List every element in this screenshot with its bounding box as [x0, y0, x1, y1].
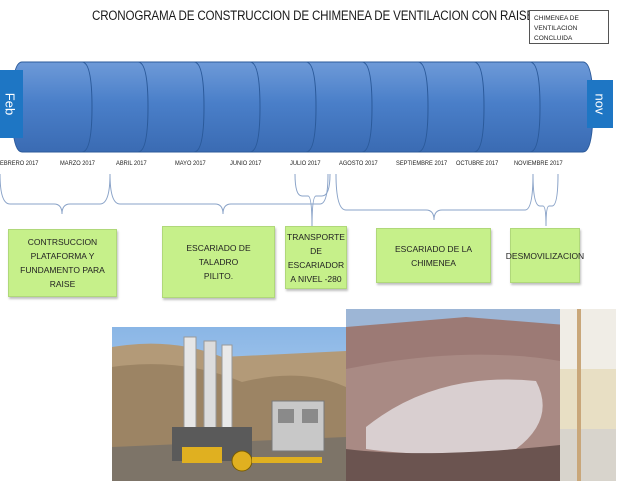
- timeline-start-cap: Feb: [0, 70, 23, 138]
- month-label: MARZO 2017: [60, 160, 95, 167]
- timeline-cylinder: [11, 61, 594, 153]
- ventilation-shaft-site-photo: [346, 309, 616, 481]
- month-label: SEPTIEMBRE 2017: [396, 160, 448, 167]
- month-label: JULIO 2017: [290, 160, 321, 167]
- month-label: ABRIL 2017: [116, 160, 147, 167]
- bracket-phase-5: [532, 173, 559, 227]
- month-label: JUNIO 2017: [230, 160, 262, 167]
- phase-box-demobilization: DESMOVILIZACION: [506, 228, 584, 283]
- bracket-phase-1: [0, 173, 111, 215]
- month-label: EBRERO 2017: [0, 160, 39, 167]
- raise-boring-machine-photo: [112, 327, 346, 481]
- timeline-end-label: nov: [592, 93, 608, 115]
- bracket-phase-4: [335, 173, 534, 221]
- timeline-start-label: Feb: [2, 92, 18, 116]
- timeline-end-cap: nov: [587, 80, 613, 128]
- phase-box-transport: TRANSPORTE DE ESCARIADOR A NIVEL -280: [285, 226, 347, 289]
- phase-box-pilot-reaming: ESCARIADO DE TALADRO PILITO.: [162, 226, 275, 298]
- month-label: OCTUBRE 2017: [456, 160, 499, 167]
- month-label: AGOSTO 2017: [339, 160, 378, 167]
- phase-brackets: [0, 173, 559, 229]
- month-label: MAYO 2017: [175, 160, 206, 167]
- phase-box-shaft-reaming: ESCARIADO DE LA CHIMENEA: [376, 228, 491, 283]
- phase-box-construction: CONTRSUCCION PLATAFORMA Y FUNDAMENTO PAR…: [8, 229, 117, 297]
- month-label: NOVIEMBRE 2017: [514, 160, 563, 167]
